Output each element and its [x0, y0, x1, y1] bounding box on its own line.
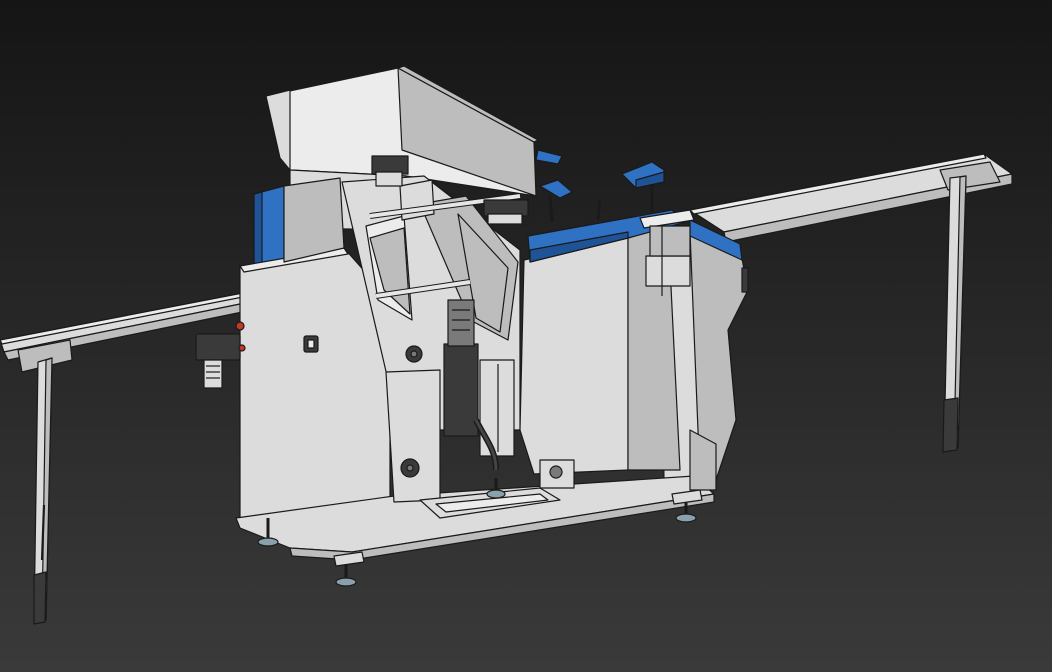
cad-viewport[interactable]	[0, 0, 1052, 672]
top-sensor-right	[483, 199, 529, 225]
selector-switch[interactable]	[303, 335, 319, 353]
top-sensor-left	[371, 155, 409, 187]
machine-render	[0, 0, 1052, 672]
pneumatic-bracket	[645, 225, 691, 296]
adjustment-knob-lower[interactable]	[400, 458, 420, 478]
adjustment-knob-upper[interactable]	[405, 345, 423, 363]
